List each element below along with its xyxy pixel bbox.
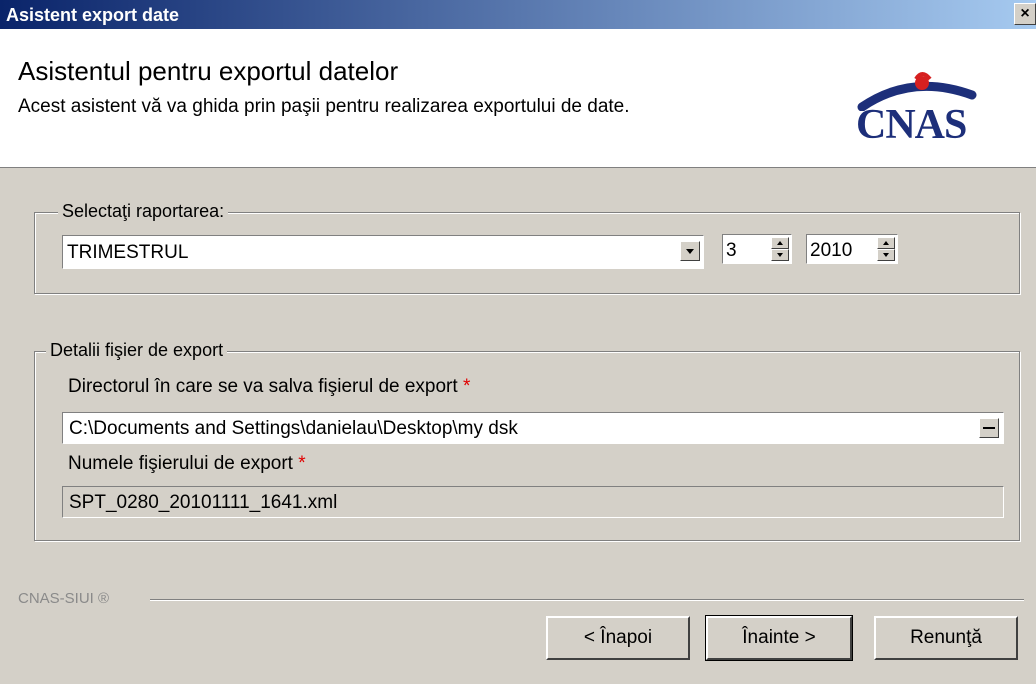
back-button-label: < Înapoi xyxy=(583,627,653,648)
filename-label-text: Numele fişierului de export xyxy=(68,453,293,474)
page-subtitle: Acest asistent vă va ghida prin paşii pe… xyxy=(18,96,630,117)
period-number-spinner[interactable]: 3 xyxy=(722,234,792,264)
footer-brand: CNAS-SIUI ® xyxy=(18,590,116,607)
chevron-down-icon xyxy=(686,249,694,254)
arrow-down-icon xyxy=(777,253,783,257)
title-bar: Asistent export date × xyxy=(0,0,1036,29)
dropdown-button[interactable] xyxy=(680,241,700,261)
period-type-value: TRIMESTRUL xyxy=(67,242,189,263)
directory-input[interactable]: C:\Documents and Settings\danielau\Deskt… xyxy=(62,412,1004,444)
arrow-up-icon xyxy=(883,241,889,245)
browse-button[interactable] xyxy=(979,418,999,438)
spin-up-button[interactable] xyxy=(877,237,895,249)
report-selection-legend: Selectaţi raportarea: xyxy=(58,201,229,222)
cancel-button[interactable]: Renunţă xyxy=(874,616,1018,660)
window-title: Asistent export date xyxy=(6,5,180,25)
footer-divider xyxy=(150,599,1024,601)
period-number-value: 3 xyxy=(726,240,737,261)
spin-down-button[interactable] xyxy=(877,249,895,261)
arrow-up-icon xyxy=(777,241,783,245)
logo-text: CNAS xyxy=(856,102,967,148)
next-button-label: Înainte > xyxy=(742,627,816,648)
spin-down-button[interactable] xyxy=(771,249,789,261)
close-icon: × xyxy=(1020,5,1030,22)
page-title: Asistentul pentru exportul datelor xyxy=(18,56,399,86)
filename-label: Numele fişierului de export * xyxy=(68,453,306,475)
directory-label: Directorul în care se va salva fişierul … xyxy=(68,376,470,398)
wizard-header: Asistentul pentru exportul datelor Acest… xyxy=(0,29,1036,168)
arrow-down-icon xyxy=(883,253,889,257)
cnas-logo: CNAS xyxy=(852,71,1012,151)
next-button[interactable]: Înainte > xyxy=(705,615,853,661)
ellipsis-icon xyxy=(983,427,995,429)
spin-up-button[interactable] xyxy=(771,237,789,249)
directory-label-text: Directorul în care se va salva fişierul … xyxy=(68,376,458,397)
filename-value: SPT_0280_20101111_1641.xml xyxy=(69,492,338,513)
cancel-button-label: Renunţă xyxy=(910,627,982,648)
year-spinner[interactable]: 2010 xyxy=(806,234,898,264)
required-marker: * xyxy=(462,376,471,397)
directory-value: C:\Documents and Settings\danielau\Deskt… xyxy=(69,418,518,439)
required-marker: * xyxy=(298,453,306,474)
year-value: 2010 xyxy=(810,240,853,261)
back-button[interactable]: < Înapoi xyxy=(546,616,690,660)
close-button[interactable]: × xyxy=(1014,3,1036,25)
filename-field: SPT_0280_20101111_1641.xml xyxy=(62,486,1004,518)
period-type-select[interactable]: TRIMESTRUL xyxy=(62,235,704,269)
export-details-legend: Detalii fişier de export xyxy=(46,340,228,361)
